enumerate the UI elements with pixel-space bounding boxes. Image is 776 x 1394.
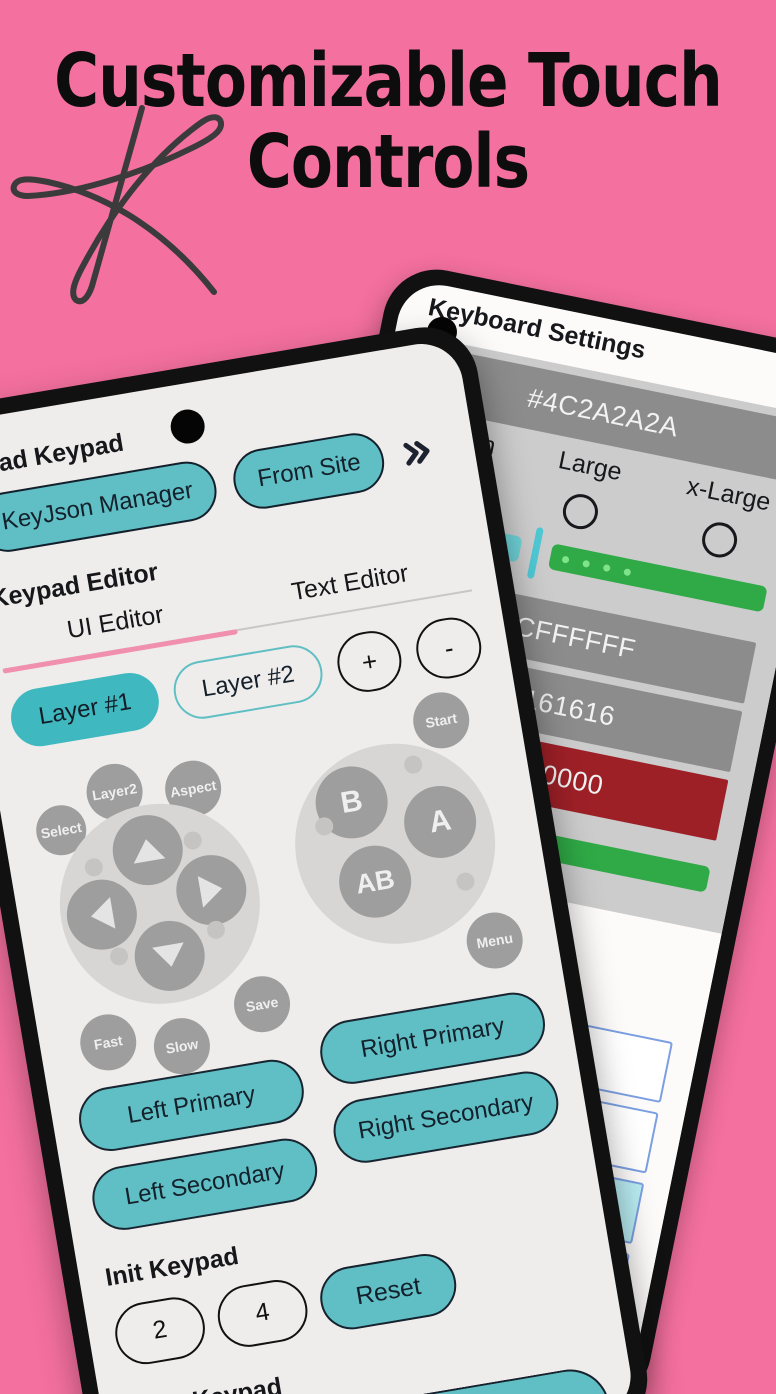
- poster-headline: Customizable Touch Controls: [0, 38, 776, 206]
- remove-layer-button[interactable]: -: [412, 613, 486, 684]
- init-option-2-button[interactable]: 2: [110, 1292, 210, 1369]
- gamepad-button-slow[interactable]: Slow: [149, 1013, 215, 1079]
- slider-dot: [602, 563, 611, 572]
- headline-line-1: Customizable Touch: [54, 38, 723, 124]
- slider-dot: [623, 567, 632, 576]
- size-label: x-Large: [684, 472, 774, 517]
- slider-dot: [582, 559, 591, 568]
- double-chevron-right-icon[interactable]: [399, 435, 438, 470]
- left-arrow-icon: [88, 897, 116, 933]
- poster-stage: Customizable Touch Controls Keyboard Set…: [0, 0, 776, 1394]
- add-layer-button[interactable]: +: [332, 626, 407, 697]
- radio-large[interactable]: [560, 491, 602, 533]
- star-doodle-icon: [10, 105, 224, 305]
- headline-line-2: Controls: [246, 119, 530, 206]
- slider-thumb[interactable]: [526, 526, 544, 580]
- layer-2-button[interactable]: Layer #2: [169, 640, 327, 724]
- gamepad-button-start[interactable]: Start: [408, 688, 474, 753]
- up-arrow-icon: [130, 836, 166, 864]
- gamepad-button-save[interactable]: Save: [229, 971, 295, 1037]
- slider-dot: [561, 555, 570, 564]
- right-arrow-icon: [197, 872, 225, 908]
- init-option-4-button[interactable]: 4: [212, 1274, 313, 1352]
- gamepad-button-fast[interactable]: Fast: [75, 1010, 141, 1075]
- down-arrow-icon: [152, 942, 188, 970]
- reset-button[interactable]: Reset: [315, 1249, 462, 1335]
- radio-xlarge[interactable]: [698, 519, 741, 561]
- gamepad-button-menu[interactable]: Menu: [462, 908, 527, 973]
- from-site-button[interactable]: From Site: [229, 428, 390, 514]
- layer-1-button[interactable]: Layer #1: [6, 668, 164, 751]
